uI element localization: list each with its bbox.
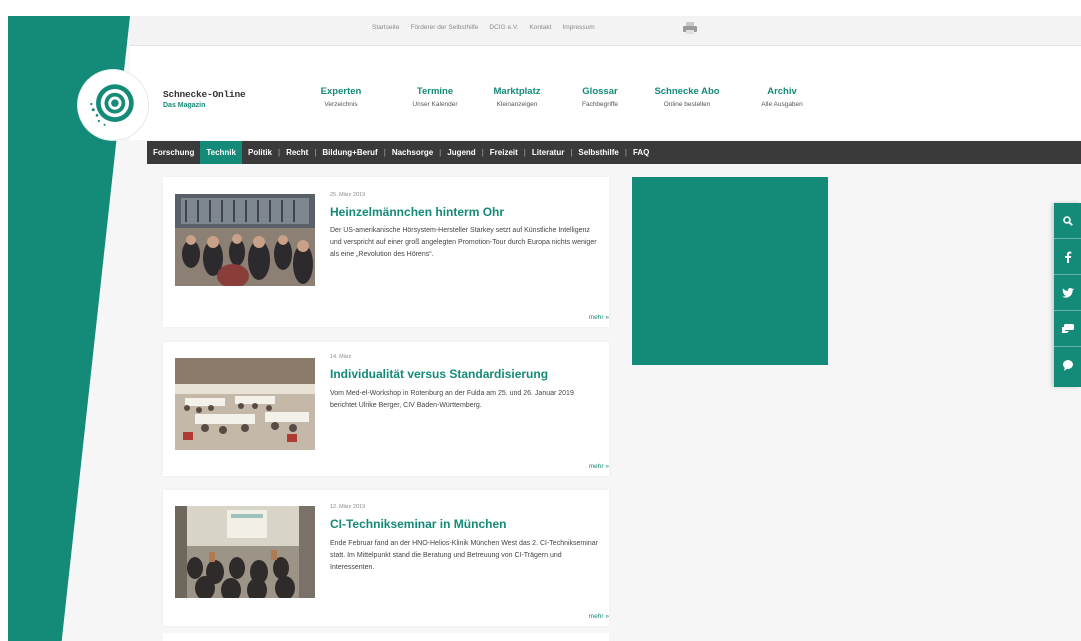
category-politik[interactable]: Politik <box>242 141 278 164</box>
nav-glossar-title: Glossar <box>582 86 618 97</box>
article-card: 14. März Individualität versus Standardi… <box>163 342 609 476</box>
nav-experten-subtitle: Verzeichnis <box>324 101 358 108</box>
speech-bubble-icon <box>1062 359 1073 371</box>
category-jugend[interactable]: Jugend <box>441 141 481 164</box>
twitter-icon <box>1061 287 1074 298</box>
category-recht[interactable]: Recht <box>280 141 314 164</box>
article-body: Ende Februar fand an der HNO-Helios-Klin… <box>330 540 598 571</box>
nav-archiv-subtitle: Alle Ausgaben <box>761 101 803 108</box>
read-more-link[interactable]: mehr » <box>589 314 609 321</box>
article-card: 25. März 2019 Heinzelmännchen hinterm Oh… <box>163 177 609 327</box>
nav-termine[interactable]: Termine Unser Kalender <box>390 86 480 108</box>
nav-experten-title: Experten <box>320 86 362 97</box>
utility-link-startseite[interactable]: Startseite <box>372 24 399 31</box>
article-card: 12. März 2019 CI-Technikseminar in Münch… <box>163 490 609 626</box>
next-article-edge <box>163 633 609 641</box>
category-literatur[interactable]: Literatur <box>526 141 570 164</box>
teal-ad-block[interactable] <box>632 177 828 365</box>
nav-experten[interactable]: Experten Verzeichnis <box>296 86 386 108</box>
facebook-icon[interactable] <box>1054 239 1081 275</box>
nav-archiv[interactable]: Archiv Alle Ausgaben <box>737 86 827 108</box>
logo[interactable] <box>78 70 148 140</box>
search-icon <box>1062 215 1073 226</box>
nav-termine-title: Termine <box>416 86 454 97</box>
nav-marktplatz[interactable]: Marktplatz Kleinanzeigen <box>472 86 562 108</box>
chat-icon <box>1061 323 1074 333</box>
nav-schnecke-abo-subtitle: Online bestellen <box>663 101 711 108</box>
social-rail <box>1054 203 1081 387</box>
article-title[interactable]: Individualität versus Standardisierung <box>330 367 548 381</box>
category-selbsthilfe[interactable]: Selbsthilfe <box>572 141 624 164</box>
nav-schnecke-abo[interactable]: Schnecke Abo Online bestellen <box>642 86 732 108</box>
twitter-icon[interactable] <box>1054 275 1081 311</box>
nav-schnecke-abo-title: Schnecke Abo <box>654 86 720 97</box>
brand-title[interactable]: Schnecke-Online <box>163 89 246 100</box>
article-date: 12. März 2019 <box>330 504 366 510</box>
utility-bar <box>130 16 1081 46</box>
read-more-link[interactable]: mehr » <box>589 463 609 470</box>
utility-link-foerderer[interactable]: Förderer der Selbsthilfe <box>410 24 478 31</box>
print-icon[interactable] <box>682 22 698 34</box>
article-date: 25. März 2019 <box>330 192 366 198</box>
facebook-icon <box>1064 251 1071 263</box>
nav-marktplatz-title: Marktplatz <box>493 86 541 97</box>
utility-link-dcig[interactable]: DCIG e.V. <box>489 24 518 31</box>
utility-links: Startseite Förderer der Selbsthilfe DCIG… <box>372 24 595 31</box>
nav-glossar-subtitle: Fachbegriffe <box>581 101 618 108</box>
read-more-link[interactable]: mehr » <box>589 613 609 620</box>
nav-archiv-title: Archiv <box>767 86 797 97</box>
article-photo[interactable] <box>175 358 315 450</box>
category-nachsorge[interactable]: Nachsorge <box>386 141 439 164</box>
nav-marktplatz-subtitle: Kleinanzeigen <box>496 101 538 108</box>
category-items: Forschung Technik Politik | Recht | Bildun… <box>147 141 655 164</box>
utility-link-impressum[interactable]: Impressum <box>562 24 594 31</box>
category-technik[interactable]: Technik <box>200 141 242 164</box>
category-faq[interactable]: FAQ <box>627 141 655 164</box>
category-freizeit[interactable]: Freizeit <box>484 141 524 164</box>
frame-left <box>0 0 8 641</box>
utility-link-kontakt[interactable]: Kontakt <box>529 24 551 31</box>
frame-top <box>0 0 1081 16</box>
page: Startseite Förderer der Selbsthilfe DCIG… <box>0 0 1081 641</box>
nav-termine-subtitle: Unser Kalender <box>412 101 458 108</box>
brand-subtitle: Das Magazin <box>163 102 206 109</box>
article-title[interactable]: CI-Technikseminar in München <box>330 517 506 531</box>
category-bildung-beruf[interactable]: Bildung+Beruf <box>316 141 383 164</box>
category-forschung[interactable]: Forschung <box>147 141 200 164</box>
speech-bubble-icon[interactable] <box>1054 347 1081 383</box>
article-photo[interactable] <box>175 506 315 598</box>
article-title[interactable]: Heinzelmännchen hinterm Ohr <box>330 205 504 219</box>
nav-glossar[interactable]: Glossar Fachbegriffe <box>555 86 645 108</box>
snail-logo-icon <box>82 74 144 136</box>
article-body: Der US-amerikanische Hörsystem-Herstelle… <box>330 227 597 258</box>
chat-icon[interactable] <box>1054 311 1081 347</box>
article-body: Vom Med-el-Workshop in Rotenburg an der … <box>330 390 574 409</box>
article-date: 14. März <box>330 354 352 360</box>
article-photo[interactable] <box>175 194 315 286</box>
search-icon[interactable] <box>1054 203 1081 239</box>
